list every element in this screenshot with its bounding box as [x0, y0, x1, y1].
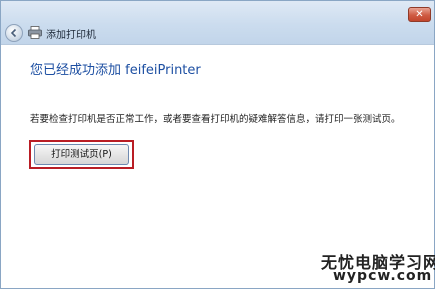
back-button[interactable] — [5, 24, 23, 42]
back-arrow-icon — [10, 28, 17, 38]
print-test-page-button[interactable]: 打印测试页(P) — [34, 144, 129, 165]
add-printer-window: 添加打印机 ✕ 您已经成功添加 feifeiPrinter 若要检查打印机是否正… — [0, 0, 435, 289]
watermark-url: wypcw.com — [333, 268, 433, 284]
titlebar: 添加打印机 ✕ — [1, 1, 434, 45]
close-button[interactable]: ✕ — [408, 7, 431, 22]
printer-icon — [28, 26, 42, 39]
info-text: 若要检查打印机是否正常工作，或者要查看打印机的疑难解答信息，请打印一张测试页。 — [30, 114, 401, 125]
window-title: 添加打印机 — [46, 30, 96, 41]
success-heading: 您已经成功添加 feifeiPrinter — [30, 63, 201, 78]
